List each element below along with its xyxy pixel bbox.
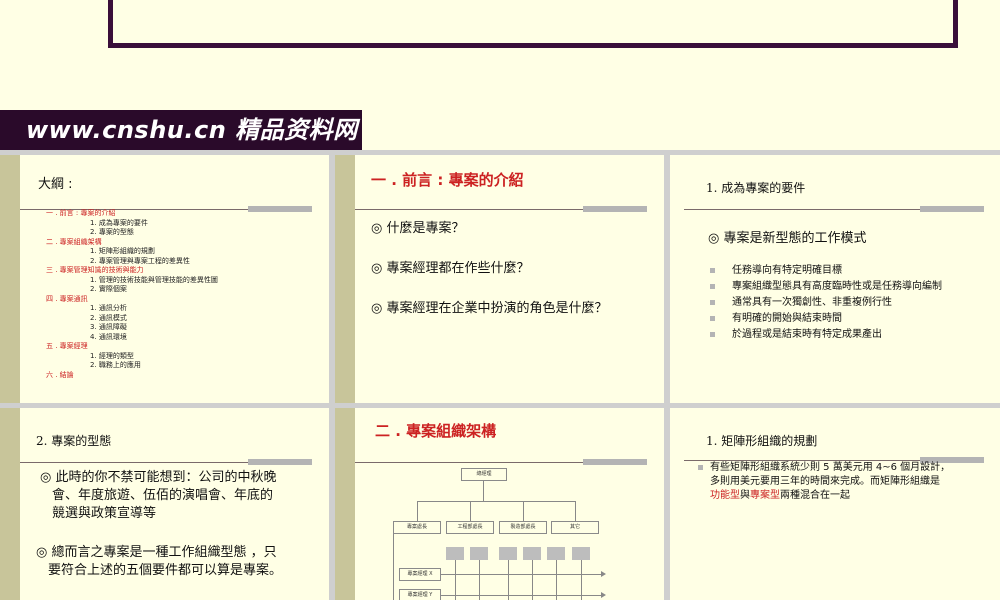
org-cell <box>499 547 517 560</box>
list-item: 有些矩陣形組織系統少則 5 萬美元用 4~6 個月設計， 多則用美元要用三年的時… <box>698 461 988 503</box>
org-row-arrow <box>441 574 603 575</box>
org-connector <box>483 481 484 501</box>
slide-sidebar <box>335 408 355 600</box>
org-box-top: 總經理 <box>461 468 507 481</box>
arrow-head <box>601 571 606 577</box>
slide-intro[interactable]: 一 . 前言 : 專案的介紹 ◎ 什麼是專案？ ◎ 專案經理都在作些什麼？ ◎ … <box>335 155 664 403</box>
outline-section: 二 . 專案組織架構 <box>46 237 102 246</box>
org-box-dept: 專案處長 <box>393 521 441 534</box>
lead-statement: ◎ 專案是新型態的工作模式 <box>708 231 867 246</box>
slide-org-structure[interactable]: 二 . 專案組織架構 總經理 專案處長 工程部處長 製造部處長 其它 專案經理 … <box>335 408 664 600</box>
paragraph-line: 要符合上述的五個要件都可以算是專案。 <box>48 563 283 578</box>
paragraph-line: ◎ 總而言之專案是一種工作組織型態 ，只 <box>36 545 277 560</box>
outline-subitem: 1. 經理的類型 <box>90 351 134 360</box>
outline-subitem: 1. 成為專案的要件 <box>90 218 148 227</box>
outline-section: 三 . 專案管理知識的技術與能力 <box>46 266 144 274</box>
outline-section: 五 . 專案經理 <box>46 342 88 350</box>
requirement-list: 任務導向有特定明確目標 專案組織型態具有高度臨時性或是任務導向編制 通常具有一次… <box>710 263 942 343</box>
org-cell <box>470 547 488 560</box>
question-1: ◎ 什麼是專案？ <box>371 221 465 236</box>
matrix-description: 有些矩陣形組織系統少則 5 萬美元用 4~6 個月設計， 多則用美元要用三年的時… <box>698 461 988 503</box>
slide-title: 1. 成為專案的要件 <box>706 181 806 195</box>
paragraph-line: 會、年度旅遊、伍佰的演唱會、年底的 <box>52 488 274 503</box>
outline-subitem: 2. 職務上的應用 <box>90 361 141 369</box>
slide-title: 大綱 : <box>38 177 73 192</box>
outline-section: 四 . 專案通訊 <box>46 294 88 303</box>
paragraph-line: ◎ 此時的你不禁可能想到：公司的中秋晚 <box>40 470 277 485</box>
org-connector <box>556 560 557 600</box>
org-box-dept: 工程部處長 <box>446 521 494 534</box>
org-connector <box>523 501 524 521</box>
org-connector <box>479 560 480 600</box>
list-item: 通常具有一次獨創性、非重複例行性 <box>710 295 942 311</box>
org-cell <box>547 547 565 560</box>
outline-subitem: 2. 實際個案 <box>90 285 127 293</box>
slide-project-requirements[interactable]: 1. 成為專案的要件 ◎ 專案是新型態的工作模式 任務導向有特定明確目標 專案組… <box>670 155 1000 403</box>
slide-project-types[interactable]: 2. 專案的型態 ◎ 此時的你不禁可能想到：公司的中秋晚 會、年度旅遊、伍佰的演… <box>0 408 329 600</box>
outline-subitem: 2. 專案的型態 <box>90 228 134 236</box>
list-item: 有明確的開始與結束時間 <box>710 311 942 327</box>
text-line: 有些矩陣形組織系統少則 5 萬美元用 4~6 個月設計， <box>710 462 951 473</box>
org-row-arrow <box>441 595 603 596</box>
highlight-term: 專案型 <box>750 490 780 501</box>
title-rule-bar <box>920 206 984 212</box>
title-rule-bar <box>248 459 312 465</box>
question-2: ◎ 專案經理都在作些什麼？ <box>371 261 530 276</box>
text-fragment: 兩種混合在一起 <box>780 490 850 501</box>
org-connector <box>417 501 575 502</box>
org-connector <box>532 560 533 600</box>
title-rule-bar <box>248 206 312 212</box>
slide-matrix-org[interactable]: 1. 矩陣形組織的規劃 有些矩陣形組織系統少則 5 萬美元用 4~6 個月設計，… <box>670 408 1000 600</box>
org-box-dept: 製造部處長 <box>499 521 547 534</box>
slide-title: 一 . 前言 : 專案的介紹 <box>371 171 524 189</box>
org-connector <box>470 501 471 521</box>
outline-section: 六 . 結論 <box>46 370 74 379</box>
title-rule-bar <box>583 206 647 212</box>
org-connector <box>417 501 418 521</box>
text-fragment: 與 <box>740 490 750 501</box>
outline-subitem: 2. 專案管理與專案工程的差異性 <box>90 256 190 265</box>
slide-sidebar <box>0 155 20 403</box>
list-item: 於過程或是結束時有特定成果產出 <box>710 327 942 343</box>
top-slide-frame <box>108 0 958 48</box>
question-3: ◎ 專案經理在企業中扮演的角色是什麼？ <box>371 301 608 316</box>
slide-title: 1. 矩陣形組織的規劃 <box>706 434 818 448</box>
outline-subitem: 4. 通訊環境 <box>90 332 127 341</box>
paragraph-2: ◎ 總而言之專案是一種工作組織型態 ，只 要符合上述的五個要件都可以算是專案。 <box>36 544 316 580</box>
outline-subitem: 1. 矩陣形組織的規劃 <box>90 247 155 255</box>
outline-section: 一 . 前言 : 專案的介紹 <box>46 209 116 217</box>
paragraph-1: ◎ 此時的你不禁可能想到：公司的中秋晚 會、年度旅遊、伍佰的演唱會、年底的 競選… <box>40 469 320 523</box>
text-line: 多則用美元要用三年的時間來完成。而矩陣形組織是 <box>710 476 940 487</box>
org-cell <box>446 547 464 560</box>
org-cell <box>572 547 590 560</box>
slide-title: 2. 專案的型態 <box>36 434 112 448</box>
list-item: 任務導向有特定明確目標 <box>710 263 942 279</box>
outline-subitem: 2. 通訊模式 <box>90 313 127 322</box>
org-box-manager: 專案經理 X <box>399 568 441 581</box>
list-item: 專案組織型態具有高度臨時性或是任務導向編制 <box>710 279 942 295</box>
outline-list: 一 . 前言 : 專案的介紹 1. 成為專案的要件 2. 專案的型態二 . 專案組織… <box>46 209 218 380</box>
site-banner: www.cnshu.cn 精品资料网 <box>0 110 362 150</box>
org-box-dept: 其它 <box>551 521 599 534</box>
outline-subitem: 3. 通訊障礙 <box>90 323 127 331</box>
org-connector <box>455 560 456 600</box>
slide-outline[interactable]: 大綱 : 一 . 前言 : 專案的介紹 1. 成為專案的要件 2. 專案的型態二 .… <box>0 155 329 403</box>
arrow-head <box>601 592 606 598</box>
slide-sidebar <box>335 155 355 403</box>
outline-subitem: 1. 管理的技術技能與管理技能的差異性圖 <box>90 275 218 284</box>
paragraph-line: 競選與政策宣導等 <box>52 506 157 521</box>
slide-title: 二 . 專案組織架構 <box>375 422 497 440</box>
org-connector <box>393 534 394 600</box>
outline-subitem: 1. 通訊分析 <box>90 304 127 312</box>
org-cell <box>523 547 541 560</box>
org-box-manager: 專案經理 Y <box>399 589 441 600</box>
org-connector <box>581 560 582 600</box>
slide-sidebar <box>0 408 20 600</box>
org-connector <box>508 560 509 600</box>
highlight-term: 功能型 <box>710 490 740 501</box>
org-connector <box>575 501 576 521</box>
title-rule-bar <box>583 459 647 465</box>
